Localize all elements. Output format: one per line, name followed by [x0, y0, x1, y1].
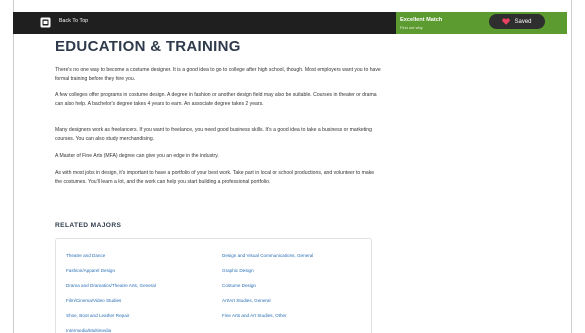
major-link[interactable]: Shoe, Boot and Leather Repair: [66, 313, 129, 318]
major-link[interactable]: Fashion/Apparel Design: [66, 268, 115, 273]
match-subtitle-link[interactable]: Find out why: [400, 25, 423, 30]
major-link[interactable]: Fine Arts and Art Studies, Other: [222, 313, 287, 318]
paragraph: As with most jobs in design, it's import…: [55, 170, 375, 185]
heart-icon: [502, 18, 511, 25]
major-link[interactable]: Art/Art Studies, General: [222, 298, 271, 303]
related-majors-list: Theatre and Dance Design and Visual Comm…: [55, 238, 372, 333]
paragraph: A Master of Fine Arts (MFA) degree can g…: [55, 153, 219, 159]
page-title: EDUCATION & TRAINING: [55, 38, 241, 55]
match-title: Excellent Match: [400, 17, 443, 23]
major-link[interactable]: Costume Design: [222, 283, 256, 288]
education-section: EDUCATION & TRAINING There's no one way …: [55, 38, 385, 333]
major-link[interactable]: Film/Cinema/Video Studies: [66, 298, 121, 303]
paragraph: A few colleges offer programs in costume…: [55, 92, 377, 107]
major-link[interactable]: Design and Visual Communications, Genera…: [222, 253, 313, 258]
back-to-top-icon[interactable]: [40, 17, 51, 28]
major-link[interactable]: Theatre and Dance: [66, 253, 105, 258]
saved-button[interactable]: Saved: [489, 14, 545, 29]
paragraph: Many designers work as freelancers. If y…: [55, 127, 372, 142]
major-link[interactable]: Intermedia/Multimedia: [66, 328, 111, 333]
major-link[interactable]: Graphic Design: [222, 268, 254, 273]
related-majors-title: RELATED MAJORS: [55, 222, 122, 229]
paragraph: There's no one way to become a costume d…: [55, 67, 381, 82]
top-bar: Back To Top Excellent Match Find out why: [13, 12, 567, 34]
back-to-top-link[interactable]: Back To Top: [59, 18, 88, 24]
major-link[interactable]: Drama and Dramatics/Theatre Arts, Genera…: [66, 283, 156, 288]
saved-label: Saved: [514, 18, 532, 25]
